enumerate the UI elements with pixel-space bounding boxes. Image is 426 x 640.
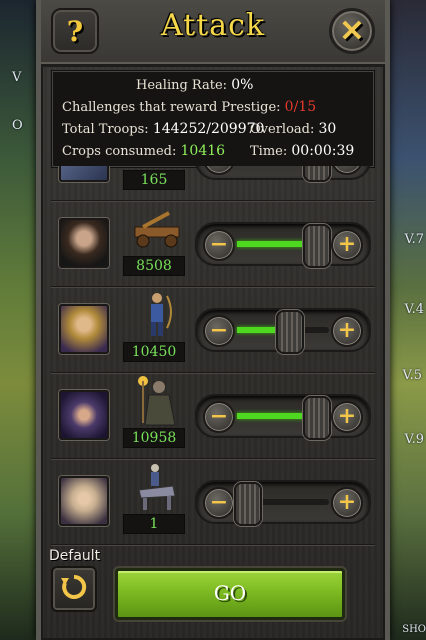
mage-icon	[127, 374, 187, 428]
time-label: Time:	[250, 144, 288, 159]
troop-count: 10958	[123, 428, 185, 448]
prestige-label: Challenges that reward Prestige:	[62, 100, 281, 115]
crops-label: Crops consumed:	[62, 144, 177, 159]
troop-row: ♞ 165 − +	[51, 166, 375, 201]
dialog-header: ? Attack ✕	[41, 0, 385, 67]
dialog-footer: Default GO	[41, 548, 385, 640]
troop-count: 8508	[123, 256, 185, 276]
total-troops-row: Total Troops: 144252/209970	[62, 121, 264, 137]
default-label: Default	[49, 548, 101, 564]
attack-dialog: ? Attack ✕ Healing Rate: 0% Challenges t…	[36, 0, 390, 640]
hero-portrait[interactable]	[59, 390, 109, 440]
decrease-button[interactable]: −	[203, 487, 235, 519]
hero-portrait[interactable]	[59, 218, 109, 268]
overload-value: 30	[318, 121, 337, 137]
background-label: V.5	[402, 368, 422, 383]
increase-button[interactable]: +	[331, 315, 363, 347]
overload-row: Overload: 30	[250, 121, 336, 137]
total-troops-value: 144252/209970	[152, 121, 265, 137]
troop-row: 8508 − +	[51, 200, 375, 287]
background-label: V.7	[404, 232, 424, 247]
troop-list[interactable]: ♞ 165 − + 8508 −	[51, 166, 375, 548]
reset-icon	[59, 572, 89, 606]
troop-slider[interactable]: − +	[195, 308, 371, 354]
troop-slider[interactable]: − +	[195, 480, 371, 526]
healing-rate-value: 0%	[231, 77, 254, 93]
catapult-icon	[127, 202, 187, 256]
slider-thumb[interactable]	[303, 166, 332, 182]
hero-portrait[interactable]	[59, 476, 109, 526]
total-troops-label: Total Troops:	[62, 122, 149, 137]
slider-thumb[interactable]	[234, 482, 263, 526]
increase-button[interactable]: +	[331, 401, 363, 433]
slider-thumb[interactable]	[303, 396, 332, 440]
background-label: O	[12, 118, 23, 133]
troop-row: 10958 − +	[51, 372, 375, 459]
prestige-row: Challenges that reward Prestige: 0/15	[62, 99, 316, 115]
crops-row: Crops consumed: 10416	[62, 143, 225, 159]
healing-rate-label: Healing Rate:	[136, 78, 228, 93]
slider-track[interactable]	[234, 482, 329, 526]
default-button[interactable]	[51, 566, 97, 612]
troop-count: 165	[123, 170, 185, 190]
crops-value: 10416	[180, 143, 226, 159]
background-label: V	[12, 70, 22, 85]
time-row: Time: 00:00:39	[250, 143, 354, 159]
slider-thumb[interactable]	[275, 310, 304, 354]
troop-row: 1 − +	[51, 458, 375, 545]
overload-label: Overload:	[250, 122, 315, 137]
troop-slider[interactable]: − +	[195, 166, 371, 182]
healing-rate-row: Healing Rate: 0%	[136, 77, 253, 93]
go-button[interactable]: GO	[115, 568, 345, 620]
background-label: V.4	[404, 302, 424, 317]
slider-track[interactable]	[237, 224, 332, 268]
increase-button[interactable]: +	[331, 487, 363, 519]
background-label: SHO	[402, 624, 426, 635]
slider-thumb[interactable]	[303, 224, 332, 268]
decrease-button[interactable]: −	[203, 401, 235, 433]
close-button[interactable]: ✕	[329, 8, 375, 54]
info-box: Healing Rate: 0% Challenges that reward …	[51, 70, 375, 168]
slider-track[interactable]	[237, 310, 329, 354]
hero-portrait[interactable]	[59, 304, 109, 354]
prestige-value: 0/15	[284, 99, 317, 115]
troop-count: 1	[123, 514, 185, 534]
time-value: 00:00:39	[291, 143, 355, 159]
slider-track[interactable]	[237, 396, 332, 440]
increase-button[interactable]: +	[331, 166, 363, 175]
troop-row: 10450 − +	[51, 286, 375, 373]
archer-icon	[127, 288, 187, 342]
background-label: V.9	[404, 432, 424, 447]
decrease-button[interactable]: −	[203, 315, 235, 347]
increase-button[interactable]: +	[331, 229, 363, 261]
decrease-button[interactable]: −	[203, 229, 235, 261]
cavalry-icon	[127, 460, 187, 514]
hero-portrait[interactable]	[59, 166, 109, 182]
troop-slider[interactable]: − +	[195, 394, 371, 440]
decrease-button[interactable]: −	[203, 166, 235, 175]
troop-count: 10450	[123, 342, 185, 362]
troop-slider[interactable]: − +	[195, 222, 371, 268]
